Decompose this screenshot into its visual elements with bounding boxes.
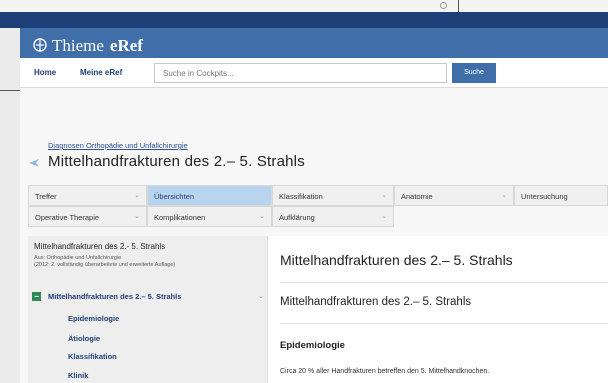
divider [280, 323, 608, 324]
search-button[interactable]: Suche [452, 63, 496, 83]
tab-label: Treffer [35, 192, 57, 201]
chevron-down-icon: ⌄ [381, 213, 387, 220]
brand-name: Thieme [52, 36, 104, 55]
tab-anatomie[interactable]: Anatomie ⌄ [394, 185, 514, 206]
toc-node-label[interactable]: Mittelhandfrakturen des 2.– 5. Strahls [48, 292, 181, 301]
page-title: Mittelhandfrakturen des 2.– 5. Strahls [48, 153, 305, 170]
toc-item-klinik[interactable]: Klinik [68, 371, 88, 380]
search-input[interactable] [154, 63, 447, 83]
product-name: eRef [109, 36, 143, 55]
article-content: Mittelhandfrakturen des 2.– 5. Strahls M… [268, 236, 608, 383]
tab-label: Klassifikation [279, 192, 323, 201]
tab-label: Übersichten [154, 192, 195, 201]
backdrop-strip [0, 0, 608, 12]
article-title: Mittelhandfrakturen des 2.– 5. Strahls [280, 252, 513, 268]
plane-icon [29, 159, 39, 167]
tab-komplikationen[interactable]: Komplikationen ⌄ [147, 206, 272, 227]
toc-title: Mittelhandfrakturen des 2.- 5. Strahls [34, 242, 166, 251]
toc-node[interactable]: − Mittelhandfrakturen des 2.– 5. Strahls [32, 292, 181, 301]
tab-label: Operative Therapie [35, 213, 100, 222]
top-bar [0, 12, 608, 28]
navigation-bar: Home Meine eRef Suche [20, 58, 608, 88]
minus-square-icon[interactable]: − [32, 292, 41, 301]
article-subtitle: Mittelhandfrakturen des 2.– 5. Strahls [280, 296, 472, 308]
toc-item-aetiologie[interactable]: Ätiologie [68, 334, 100, 343]
section-heading: Epidemiologie [280, 340, 345, 351]
tab-label: Komplikationen [154, 213, 206, 222]
logo[interactable]: Thieme eRef [32, 36, 143, 56]
chevron-down-icon: ⌄ [134, 213, 140, 220]
toc-edition: (2012: 2. vollständig überarbeitete und … [34, 262, 176, 268]
tab-label: Anatomie [401, 192, 433, 201]
chevron-down-icon: ⌄ [501, 192, 507, 199]
breadcrumb[interactable]: Diagnosen Orthopädie und Unfallchirurgie [48, 141, 188, 150]
chevron-down-icon[interactable]: ⌄ [258, 292, 264, 300]
divider [280, 282, 608, 283]
tab-label: Aufklärung [279, 213, 315, 222]
chevron-down-icon: ⌄ [134, 192, 140, 199]
tab-aufklaerung[interactable]: Aufklärung ⌄ [272, 206, 394, 227]
tab-uebersichten[interactable]: Übersichten [147, 185, 272, 206]
toc-item-klassifikation[interactable]: Klassifikation [68, 352, 117, 361]
tab-klassifikation[interactable]: Klassifikation ⌄ [272, 185, 394, 206]
page-edge [0, 90, 20, 91]
nav-home-link[interactable]: Home [34, 68, 56, 77]
chevron-down-icon: ⌄ [381, 192, 387, 199]
tab-operative-therapie[interactable]: Operative Therapie ⌄ [28, 206, 147, 227]
table-of-contents-panel: Mittelhandfrakturen des 2.- 5. Strahls A… [28, 236, 268, 383]
toc-item-epidemiologie[interactable]: Epidemiologie [68, 314, 119, 323]
tab-label: Untersuchung [521, 192, 568, 201]
thieme-emblem-icon [33, 38, 47, 52]
tab-untersuchung[interactable]: Untersuchung [514, 185, 608, 206]
section-body-text: Circa 20 % aller Handfrakturen betreffen… [280, 368, 490, 375]
tab-treffer[interactable]: Treffer ⌄ [28, 185, 147, 206]
toc-source: Aus: Orthopädie und Unfallchirurgie [34, 255, 122, 261]
nav-my-eref-link[interactable]: Meine eRef [80, 68, 122, 77]
circle-mark-icon [440, 2, 447, 9]
chevron-down-icon: ⌄ [259, 213, 265, 220]
